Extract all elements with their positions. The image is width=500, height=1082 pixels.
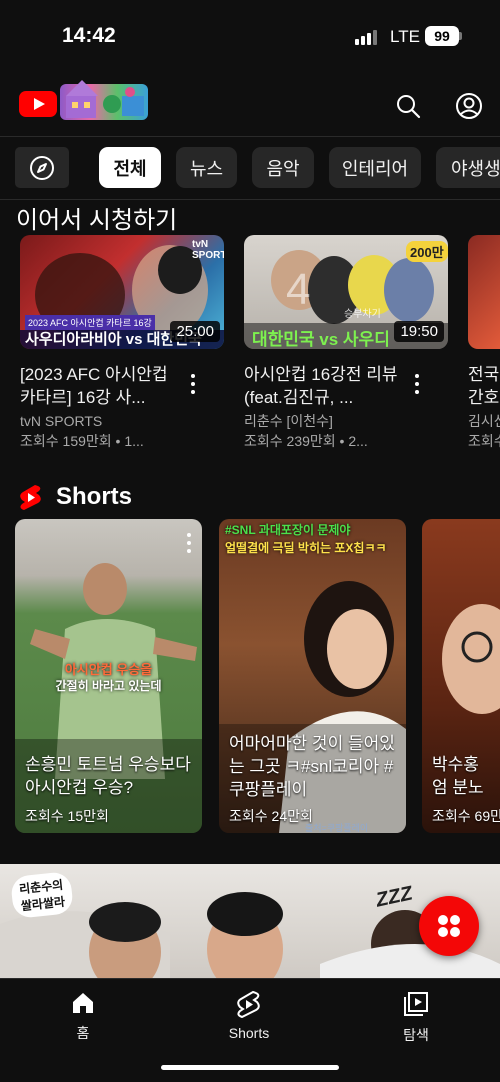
battery-icon: 99	[425, 26, 459, 46]
more-options-icon[interactable]	[183, 372, 203, 396]
nav-home-label: 홈	[76, 1025, 90, 1041]
short-card[interactable]: #SNL 과대포장이 문제야 얼떨결에 극딜 박히는 포X칩ㅋㅋ 어마어마한 것…	[219, 519, 406, 833]
header-divider	[0, 136, 500, 137]
short-caption-top: #SNL 과대포장이 문제야	[225, 523, 351, 537]
video-thumbnail[interactable]: tvN SPORTS 2023 AFC 아시안컵 카타르 16강 사우디아라비아…	[20, 235, 224, 349]
video-thumbnail[interactable]	[468, 235, 500, 349]
video-meta: 조회수	[468, 433, 500, 449]
watermark-digit-icon: 4	[286, 265, 311, 314]
video-thumbnail[interactable]: 4 승부차기 200만 대한민국 vs 사우디 19:50	[244, 235, 448, 349]
video-meta: 조회수 239만회 • 2...	[244, 433, 368, 449]
duration-badge: 25:00	[170, 321, 220, 342]
section-divider	[0, 847, 500, 864]
channel-watermark: tvN SPORTS	[192, 239, 224, 261]
nav-explore-label: 탐색	[403, 1027, 429, 1043]
home-indicator	[161, 1065, 339, 1070]
continue-watching-title: 이어서 시청하기	[16, 207, 178, 234]
cellular-signal-icon	[355, 29, 377, 45]
chip-wildlife[interactable]: 야생생	[436, 147, 500, 188]
status-time: 14:42	[62, 24, 116, 47]
network-type: LTE	[390, 27, 420, 46]
video-title[interactable]: 아시안컵 16강전 리뷰 (feat.김진규, ...	[244, 363, 404, 409]
video-channel: 김시선	[468, 413, 500, 429]
video-channel: 리춘수 [이천수]	[244, 413, 333, 429]
short-caption-bottom: 간절히 바라고 있는데	[55, 679, 162, 693]
chip-all[interactable]: 전체	[99, 147, 161, 188]
shorts-logo-icon	[20, 485, 41, 510]
short-title: 어마어마한 것이 들어있는 그곳 ㅋ#snl코리아 #쿠팡플레이	[229, 734, 395, 799]
short-views: 조회수 69만	[432, 808, 500, 824]
chip-music[interactable]: 음악	[252, 147, 314, 188]
short-title: 박수홍 엄 분노한 김	[432, 755, 484, 797]
duration-badge: 19:50	[394, 321, 444, 342]
youtube-doodle[interactable]	[60, 80, 148, 120]
short-watermark: 출처=쿠팡플레이	[305, 823, 369, 833]
thumbnail-brand: 승부차기	[344, 309, 381, 320]
short-more-icon[interactable]	[179, 531, 199, 555]
youtube-logo[interactable]	[19, 91, 57, 117]
short-views: 조회수 15만회	[25, 808, 109, 824]
account-icon[interactable]	[449, 86, 489, 126]
nav-shorts[interactable]: Shorts	[199, 990, 299, 1041]
short-views: 조회수 24만회	[229, 808, 313, 824]
nav-shorts-label: Shorts	[228, 1025, 270, 1041]
nav-explore[interactable]: 탐색	[366, 990, 466, 1045]
short-title: 손흥민 토트넘 우승보다 아시안컵 우승?	[25, 755, 191, 797]
short-card[interactable]: 아시안컵 우승을 간절히 바라고 있는데 손흥민 토트넘 우승보다 아시안컵 우…	[15, 519, 202, 833]
chip-news[interactable]: 뉴스	[176, 147, 237, 188]
short-caption-bottom: 얼떨결에 극딜 박히는 포X칩ㅋㅋ	[225, 541, 387, 555]
create-fab-button[interactable]	[419, 896, 479, 956]
video-title[interactable]: [2023 AFC 아시안컵 카타르] 16강 사...	[20, 363, 180, 409]
nav-home[interactable]: 홈	[33, 990, 133, 1043]
thumbnail-badge: 200만	[406, 241, 448, 262]
chip-interior[interactable]: 인테리어	[329, 147, 421, 188]
short-caption-top: 아시안컵 우승을	[64, 662, 153, 677]
thumbnail-text: 대한민국 vs 사우디	[252, 330, 390, 349]
more-options-icon[interactable]	[407, 372, 427, 396]
video-meta: 조회수 159만회 • 1...	[20, 433, 144, 449]
explore-library-icon	[404, 992, 428, 1016]
video-channel: tvN SPORTS	[20, 413, 103, 429]
battery-level: 99	[434, 28, 450, 44]
shorts-icon	[237, 990, 260, 1018]
video-title[interactable]: 전국 간호	[468, 363, 500, 409]
shorts-title: Shorts	[56, 483, 133, 510]
battery-tip	[459, 32, 462, 40]
compass-icon	[30, 155, 54, 180]
home-icon	[73, 993, 93, 1013]
grid-dots-icon	[438, 915, 460, 937]
explore-chip[interactable]	[15, 147, 69, 188]
search-icon[interactable]	[388, 86, 428, 126]
short-card[interactable]: 박수홍 엄 분노한 김 조회수 69만	[422, 519, 500, 833]
